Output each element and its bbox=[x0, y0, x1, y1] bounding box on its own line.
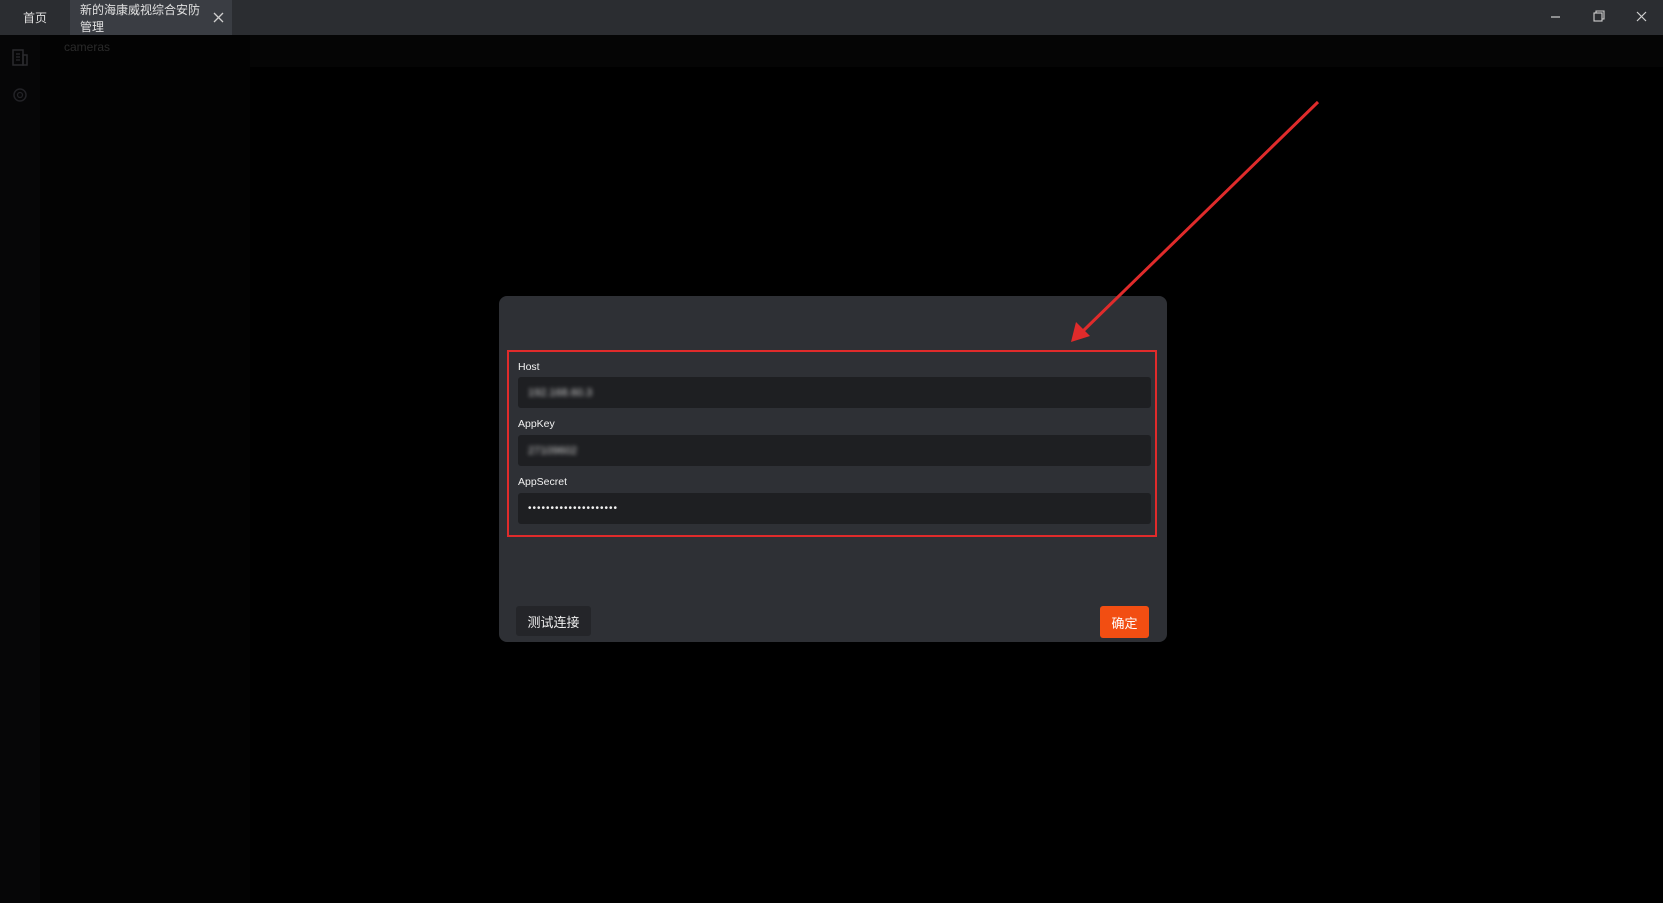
host-input[interactable]: 192.168.60.3 bbox=[518, 377, 1151, 408]
breadcrumb: cameras bbox=[64, 40, 111, 54]
tab-home-label: 首页 bbox=[22, 11, 47, 25]
host-label: Host bbox=[518, 361, 540, 373]
connection-settings-dialog: Host 192.168.60.3 AppKey 27109602 AppSec… bbox=[499, 296, 1167, 642]
host-value: 192.168.60.3 bbox=[528, 386, 593, 399]
appsecret-label: AppSecret bbox=[518, 476, 568, 488]
close-icon[interactable] bbox=[211, 10, 226, 26]
gear-icon[interactable] bbox=[10, 85, 30, 105]
appkey-label: AppKey bbox=[518, 418, 555, 430]
appkey-value: 27109602 bbox=[528, 444, 577, 457]
sidebar bbox=[0, 35, 40, 903]
camera-list-panel bbox=[40, 35, 250, 903]
tab-home[interactable]: 首页 bbox=[0, 0, 70, 35]
minimize-icon bbox=[1550, 9, 1561, 27]
appsecret-input[interactable]: •••••••••••••••••••• bbox=[518, 493, 1151, 524]
minimize-button[interactable] bbox=[1534, 0, 1577, 35]
building-icon[interactable] bbox=[10, 47, 30, 67]
title-bar: 首页 新的海康威视综合安防管理 bbox=[0, 0, 1663, 35]
confirm-button[interactable]: 确定 bbox=[1100, 606, 1149, 638]
window-controls bbox=[1534, 0, 1663, 35]
tab-hikvision-label: 新的海康威视综合安防管理 bbox=[80, 2, 201, 34]
restore-button[interactable] bbox=[1577, 0, 1620, 35]
close-icon bbox=[1636, 9, 1647, 27]
tab-hikvision[interactable]: 新的海康威视综合安防管理 bbox=[70, 0, 232, 35]
test-connection-button[interactable]: 测试连接 bbox=[516, 606, 591, 636]
content-header bbox=[250, 35, 1663, 67]
annotation-highlight-box: Host 192.168.60.3 AppKey 27109602 AppSec… bbox=[507, 350, 1157, 537]
app-window: 首页 新的海康威视综合安防管理 cameras Host 192.168.60.… bbox=[0, 0, 1663, 903]
appkey-input[interactable]: 27109602 bbox=[518, 435, 1151, 466]
restore-icon bbox=[1592, 9, 1605, 27]
appsecret-value: •••••••••••••••••••• bbox=[528, 503, 619, 514]
window-close-button[interactable] bbox=[1620, 0, 1663, 35]
